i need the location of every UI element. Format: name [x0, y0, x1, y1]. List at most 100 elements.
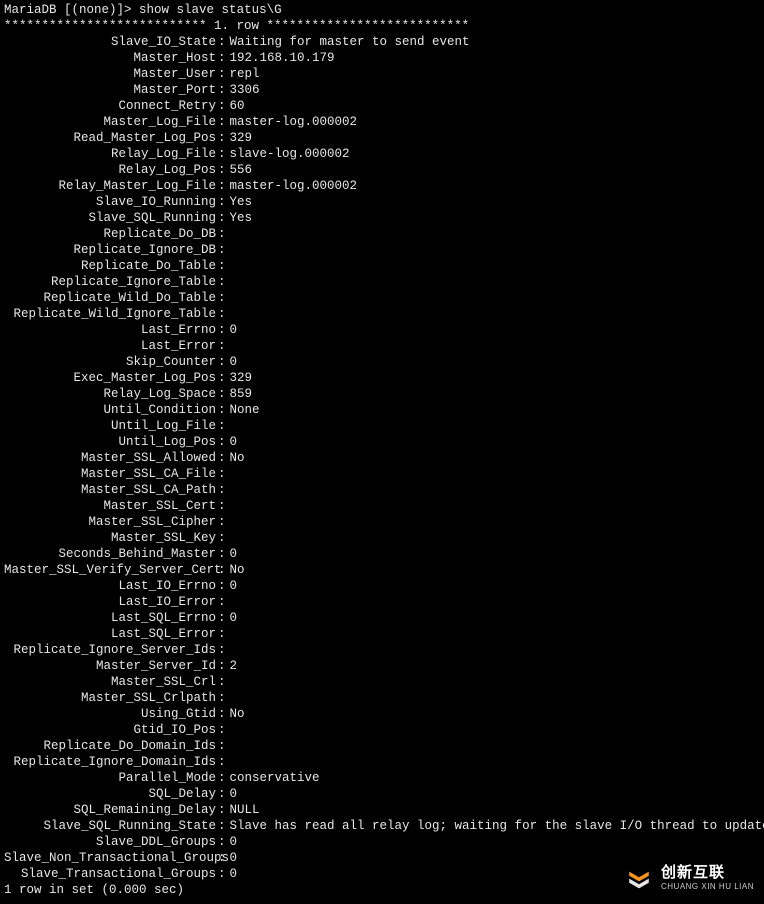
status-row: Last_Error: [4, 338, 760, 354]
status-value: slave-log.000002 [230, 147, 350, 161]
status-label: Slave_SQL_Running_State [4, 818, 218, 834]
status-value: NULL [230, 803, 260, 817]
status-row: Master_Server_Id:2 [4, 658, 760, 674]
watermark: 创新互联 CHUANG XIN HU LIAN [625, 866, 754, 894]
status-row: Relay_Log_Space:859 [4, 386, 760, 402]
status-row: Relay_Log_File:slave-log.000002 [4, 146, 760, 162]
status-row: Replicate_Ignore_DB: [4, 242, 760, 258]
colon: : [218, 99, 230, 113]
colon: : [218, 387, 230, 401]
status-row: Slave_DDL_Groups:0 [4, 834, 760, 850]
status-label: Relay_Log_File [4, 146, 218, 162]
colon: : [218, 643, 230, 657]
status-row: Master_Host:192.168.10.179 [4, 50, 760, 66]
status-label: Seconds_Behind_Master [4, 546, 218, 562]
status-value: master-log.000002 [230, 179, 358, 193]
status-row: Until_Log_File: [4, 418, 760, 434]
status-label: Exec_Master_Log_Pos [4, 370, 218, 386]
colon: : [218, 131, 230, 145]
status-value: 0 [230, 611, 238, 625]
watermark-cn: 创新互联 [661, 866, 754, 880]
status-value: 60 [230, 99, 245, 113]
status-row: Replicate_Ignore_Server_Ids: [4, 642, 760, 658]
colon: : [218, 659, 230, 673]
status-row: Slave_Non_Transactional_Groups:0 [4, 850, 760, 866]
status-row: Replicate_Ignore_Table: [4, 274, 760, 290]
colon: : [218, 403, 230, 417]
status-label: Master_SSL_Key [4, 530, 218, 546]
prompt-line: MariaDB [(none)]> show slave status\G [4, 2, 760, 18]
colon: : [218, 867, 230, 881]
status-value: 329 [230, 371, 253, 385]
status-value: 3306 [230, 83, 260, 97]
status-value: Yes [230, 211, 253, 225]
status-label: Master_Server_Id [4, 658, 218, 674]
status-value: No [230, 451, 245, 465]
status-row: Replicate_Do_Table: [4, 258, 760, 274]
status-row: Slave_SQL_Running_State:Slave has read a… [4, 818, 760, 834]
status-row: Connect_Retry:60 [4, 98, 760, 114]
status-row: Parallel_Mode:conservative [4, 770, 760, 786]
colon: : [218, 419, 230, 433]
status-value: 0 [230, 579, 238, 593]
status-label: Replicate_Do_Table [4, 258, 218, 274]
status-row: Until_Condition:None [4, 402, 760, 418]
colon: : [218, 355, 230, 369]
colon: : [218, 851, 230, 865]
status-row: Skip_Counter:0 [4, 354, 760, 370]
status-row: Master_Log_File:master-log.000002 [4, 114, 760, 130]
status-row: Master_SSL_Allowed:No [4, 450, 760, 466]
status-label: Master_Log_File [4, 114, 218, 130]
status-row: Master_SSL_Cipher: [4, 514, 760, 530]
colon: : [218, 499, 230, 513]
command-text[interactable]: show slave status\G [139, 3, 282, 17]
status-row: Master_Port:3306 [4, 82, 760, 98]
status-row: Replicate_Wild_Ignore_Table: [4, 306, 760, 322]
status-value: 0 [230, 435, 238, 449]
colon: : [218, 339, 230, 353]
colon: : [218, 563, 230, 577]
status-label: Master_SSL_Cipher [4, 514, 218, 530]
status-row: Last_IO_Error: [4, 594, 760, 610]
colon: : [218, 627, 230, 641]
colon: : [218, 675, 230, 689]
status-row: SQL_Delay:0 [4, 786, 760, 802]
colon: : [218, 67, 230, 81]
shell-prompt: MariaDB [(none)]> [4, 3, 132, 17]
status-label: Last_Errno [4, 322, 218, 338]
status-label: Read_Master_Log_Pos [4, 130, 218, 146]
status-label: Slave_Non_Transactional_Groups [4, 850, 218, 866]
status-value: Waiting for master to send event [230, 35, 470, 49]
status-label: Using_Gtid [4, 706, 218, 722]
status-row: Master_SSL_Crl: [4, 674, 760, 690]
watermark-logo-icon [625, 866, 653, 894]
status-row: Replicate_Ignore_Domain_Ids: [4, 754, 760, 770]
status-value: 329 [230, 131, 253, 145]
status-value: 0 [230, 787, 238, 801]
status-label: Master_Host [4, 50, 218, 66]
status-row: Master_SSL_Key: [4, 530, 760, 546]
colon: : [218, 547, 230, 561]
colon: : [218, 531, 230, 545]
status-label: Relay_Log_Pos [4, 162, 218, 178]
colon: : [218, 515, 230, 529]
status-label: Slave_Transactional_Groups [4, 866, 218, 882]
status-row: Master_User:repl [4, 66, 760, 82]
status-row: Exec_Master_Log_Pos:329 [4, 370, 760, 386]
colon: : [218, 83, 230, 97]
colon: : [218, 611, 230, 625]
status-row: Master_SSL_Verify_Server_Cert:No [4, 562, 760, 578]
status-label: Connect_Retry [4, 98, 218, 114]
status-value: 0 [230, 851, 238, 865]
status-label: Master_SSL_Crlpath [4, 690, 218, 706]
status-label: Parallel_Mode [4, 770, 218, 786]
status-label: Replicate_Ignore_DB [4, 242, 218, 258]
status-value: 0 [230, 835, 238, 849]
colon: : [218, 323, 230, 337]
colon: : [218, 163, 230, 177]
colon: : [218, 483, 230, 497]
status-row: Last_Errno:0 [4, 322, 760, 338]
status-row: Seconds_Behind_Master:0 [4, 546, 760, 562]
colon: : [218, 707, 230, 721]
status-label: Skip_Counter [4, 354, 218, 370]
